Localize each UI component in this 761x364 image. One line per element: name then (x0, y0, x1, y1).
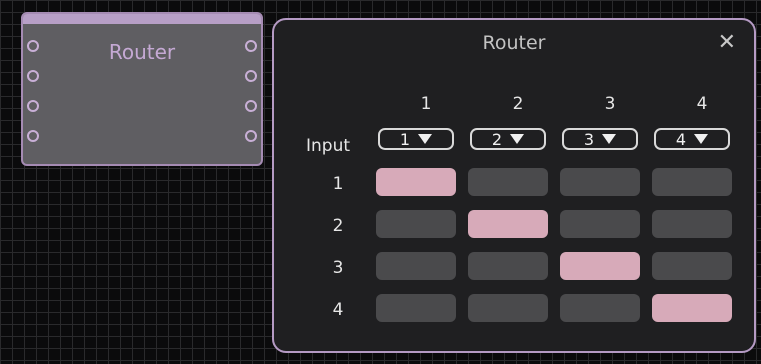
route-cell[interactable] (468, 210, 548, 238)
router-panel: Router ✕ 1 2 3 4 Input 1 2 3 4 1 2 3 4 (272, 18, 756, 353)
route-cell[interactable] (652, 168, 732, 196)
column-header: 2 (512, 94, 524, 114)
column-header: 4 (696, 94, 708, 114)
row-header: 4 (332, 300, 344, 320)
route-cell[interactable] (468, 168, 548, 196)
input-port-icon[interactable] (27, 100, 39, 112)
dropdown-arrow-icon (694, 134, 709, 144)
route-cell[interactable] (560, 252, 640, 280)
input-port-icon[interactable] (27, 70, 39, 82)
input-label: Input (306, 136, 351, 156)
input-select[interactable]: 3 (562, 128, 638, 150)
route-cell[interactable] (652, 252, 732, 280)
input-select-value: 1 (399, 129, 411, 149)
output-port-icon[interactable] (245, 70, 257, 82)
route-cell[interactable] (560, 210, 640, 238)
row-header: 3 (332, 258, 344, 278)
node-header-bar (23, 14, 261, 24)
output-port-icon[interactable] (245, 40, 257, 52)
input-select[interactable]: 1 (378, 128, 454, 150)
input-port-icon[interactable] (27, 40, 39, 52)
panel-title: Router (482, 32, 546, 54)
close-icon[interactable]: ✕ (718, 30, 736, 55)
row-header: 2 (332, 216, 344, 236)
router-node[interactable]: Router (21, 12, 263, 166)
route-cell[interactable] (376, 252, 456, 280)
route-cell[interactable] (468, 294, 548, 322)
route-cell[interactable] (376, 294, 456, 322)
route-cell[interactable] (376, 210, 456, 238)
dropdown-arrow-icon (510, 134, 525, 144)
route-cell[interactable] (560, 294, 640, 322)
route-cell[interactable] (468, 252, 548, 280)
input-select-value: 3 (583, 129, 595, 149)
input-port-icon[interactable] (27, 130, 39, 142)
input-select[interactable]: 4 (654, 128, 730, 150)
dropdown-arrow-icon (602, 134, 617, 144)
output-port-icon[interactable] (245, 130, 257, 142)
column-header: 1 (420, 94, 432, 114)
route-cell[interactable] (376, 168, 456, 196)
route-cell[interactable] (652, 210, 732, 238)
node-title: Router (108, 40, 176, 64)
output-port-icon[interactable] (245, 100, 257, 112)
dropdown-arrow-icon (418, 134, 433, 144)
input-select-value: 4 (675, 129, 687, 149)
input-select[interactable]: 2 (470, 128, 546, 150)
route-cell[interactable] (652, 294, 732, 322)
route-cell[interactable] (560, 168, 640, 196)
input-select-value: 2 (491, 129, 503, 149)
row-header: 1 (332, 174, 344, 194)
column-header: 3 (604, 94, 616, 114)
